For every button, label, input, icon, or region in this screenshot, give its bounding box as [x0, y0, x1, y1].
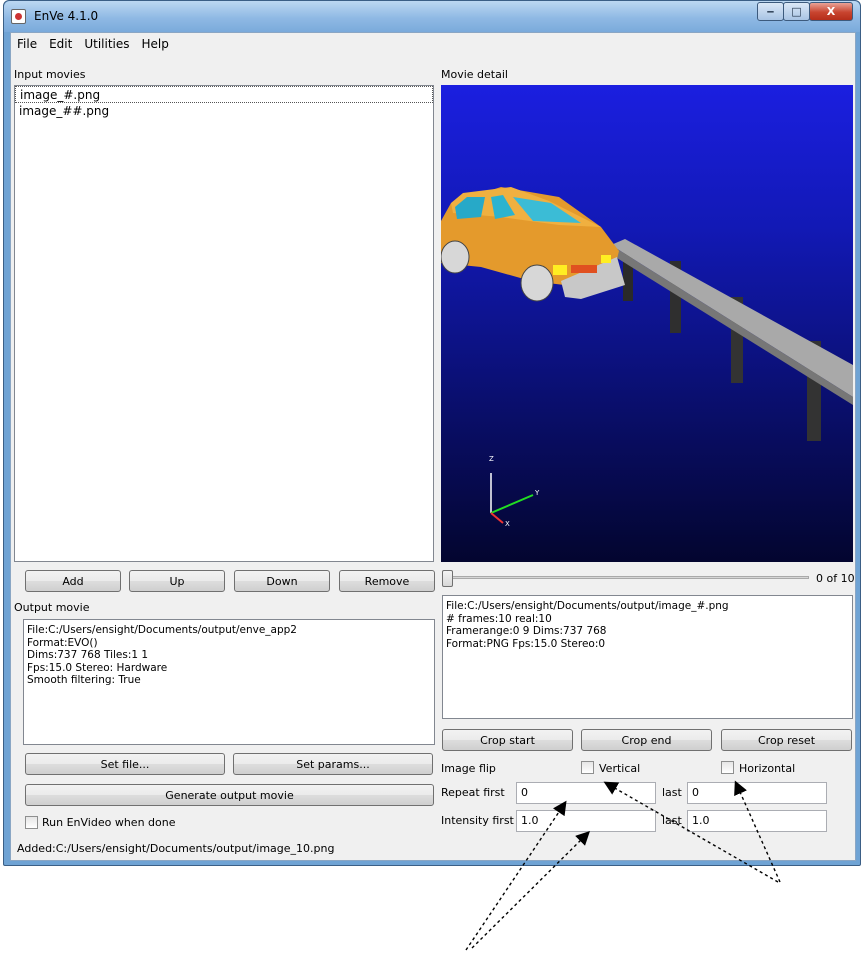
axis-x	[490, 512, 504, 524]
list-item[interactable]: image_##.png	[15, 103, 433, 120]
crop-reset-button[interactable]: Crop reset	[721, 729, 852, 751]
car-headlight	[553, 265, 567, 275]
frame-slider-track[interactable]	[443, 576, 809, 579]
set-params-button[interactable]: Set params...	[233, 753, 433, 775]
intensity-last-input[interactable]: 1.0	[687, 810, 827, 832]
frame-slider-thumb[interactable]	[442, 570, 453, 587]
intensity-first-input[interactable]: 1.0	[516, 810, 656, 832]
generate-output-movie-button[interactable]: Generate output movie	[25, 784, 434, 806]
axis-y-label: Y	[534, 489, 540, 497]
crop-end-button[interactable]: Crop end	[581, 729, 712, 751]
menu-bar: File Edit Utilities Help	[11, 33, 855, 55]
minimize-button[interactable]: ‒	[757, 2, 784, 21]
client-area: File Edit Utilities Help Input movies im…	[10, 32, 856, 861]
car-crash-render: Z Y X	[441, 187, 853, 528]
movie-detail-info[interactable]: File:C:/Users/ensight/Documents/output/i…	[442, 595, 853, 719]
intensity-first-label: Intensity first	[441, 814, 514, 827]
crop-start-button[interactable]: Crop start	[442, 729, 573, 751]
axis-x-label: X	[505, 520, 510, 528]
car-headlight	[601, 255, 611, 263]
run-envideo-checkbox[interactable]	[25, 816, 38, 829]
vertical-flip-checkbox[interactable]	[581, 761, 594, 774]
input-movies-list[interactable]: image_#.png image_##.png	[14, 85, 434, 562]
app-window: EnVe 4.1.0 ‒ □ X File Edit Utilities Hel…	[3, 0, 861, 866]
axis-y	[490, 494, 534, 514]
car-wheel	[520, 264, 554, 302]
vertical-flip-label: Vertical	[599, 762, 641, 775]
window-title: EnVe 4.1.0	[34, 9, 99, 23]
output-movie-info[interactable]: File:C:/Users/ensight/Documents/output/e…	[23, 619, 435, 745]
movie-detail-label: Movie detail	[441, 68, 508, 81]
axis-z-label: Z	[489, 455, 494, 463]
repeat-first-label: Repeat first	[441, 786, 505, 799]
status-bar: Added:C:/Users/ensight/Documents/output/…	[17, 842, 335, 855]
app-icon	[11, 9, 26, 24]
up-button[interactable]: Up	[129, 570, 225, 592]
down-button[interactable]: Down	[234, 570, 330, 592]
menu-utilities[interactable]: Utilities	[78, 37, 135, 51]
maximize-button[interactable]: □	[783, 2, 810, 21]
repeat-last-label: last	[662, 786, 682, 799]
list-item[interactable]: image_#.png	[15, 86, 433, 103]
menu-help[interactable]: Help	[136, 37, 175, 51]
menu-edit[interactable]: Edit	[43, 37, 78, 51]
title-bar[interactable]: EnVe 4.1.0 ‒ □ X	[4, 1, 860, 32]
input-movies-label: Input movies	[14, 68, 86, 81]
repeat-last-input[interactable]: 0	[687, 782, 827, 804]
add-button[interactable]: Add	[25, 570, 121, 592]
intensity-last-label: last	[662, 814, 682, 827]
menu-file[interactable]: File	[11, 37, 43, 51]
repeat-first-input[interactable]: 0	[516, 782, 656, 804]
run-envideo-label: Run EnVideo when done	[42, 816, 176, 829]
set-file-button[interactable]: Set file...	[25, 753, 225, 775]
car-wheel	[441, 240, 470, 274]
horizontal-flip-checkbox[interactable]	[721, 761, 734, 774]
close-button[interactable]: X	[809, 2, 853, 21]
output-movie-label: Output movie	[14, 601, 90, 614]
horizontal-flip-label: Horizontal	[739, 762, 796, 775]
movie-preview-viewport[interactable]: Z Y X	[441, 85, 853, 562]
image-flip-label: Image flip	[441, 762, 496, 775]
car-grille	[571, 265, 597, 273]
remove-button[interactable]: Remove	[339, 570, 435, 592]
frame-counter: 0 of 10	[816, 572, 855, 585]
